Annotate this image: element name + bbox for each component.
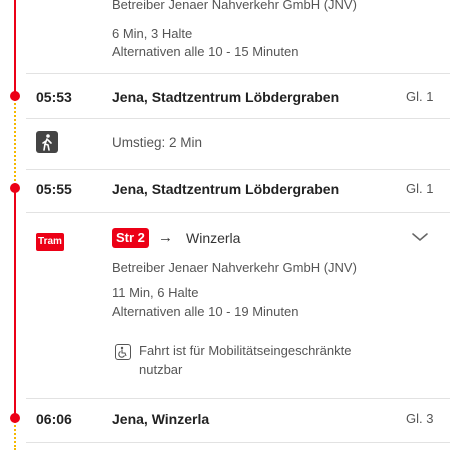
stop-time: 06:06 [36,411,72,427]
timeline-rail-ride [14,188,16,418]
segment-duration: 11 Min, 6 Halte [112,285,199,300]
tram-logo-icon: Tram [36,233,64,251]
divider [26,118,450,119]
segment-operator: Betreiber Jenaer Nahverkehr GmbH (JNV) [112,260,357,275]
stop-time: 05:53 [36,89,72,105]
transfer-label: Umstieg: 2 Min [112,135,203,150]
stop-dot [10,183,20,193]
divider [26,73,450,74]
timeline-rail-ride [14,0,16,96]
divider [26,169,450,170]
divider [26,442,450,443]
segment-alternatives: Alternativen alle 10 - 19 Minuten [112,304,299,319]
stop-platform: Gl. 1 [406,89,434,104]
stop-platform: Gl. 1 [406,181,434,196]
segment-operator: Betreiber Jenaer Nahverkehr GmbH (JNV) [112,0,357,12]
direction-arrow-icon: → [158,229,173,246]
wheelchair-icon [115,344,131,360]
stop-dot [10,91,20,101]
accessibility-note: nutzbar [139,362,183,377]
stop-name[interactable]: Jena, Winzerla [112,410,209,428]
chevron-down-icon[interactable] [410,230,430,244]
line-badge: Str 2 [112,228,149,248]
segment-duration: 6 Min, 3 Halte [112,26,193,41]
stop-name[interactable]: Jena, Stadtzentrum Löbdergraben [112,180,339,198]
segment-alternatives: Alternativen alle 10 - 15 Minuten [112,44,299,59]
walking-person-icon [36,131,58,153]
divider [26,212,450,213]
accessibility-note: Fahrt ist für Mobilitätseingeschränkte [139,343,352,358]
timeline-rail-walk [14,96,16,188]
stop-name[interactable]: Jena, Stadtzentrum Löbdergraben [112,88,339,106]
stop-dot [10,413,20,423]
divider [26,398,450,399]
stop-platform: Gl. 3 [406,411,434,426]
destination: Winzerla [186,230,241,246]
stop-time: 05:55 [36,181,72,197]
journey-details: Betreiber Jenaer Nahverkehr GmbH (JNV) 6… [0,0,450,450]
